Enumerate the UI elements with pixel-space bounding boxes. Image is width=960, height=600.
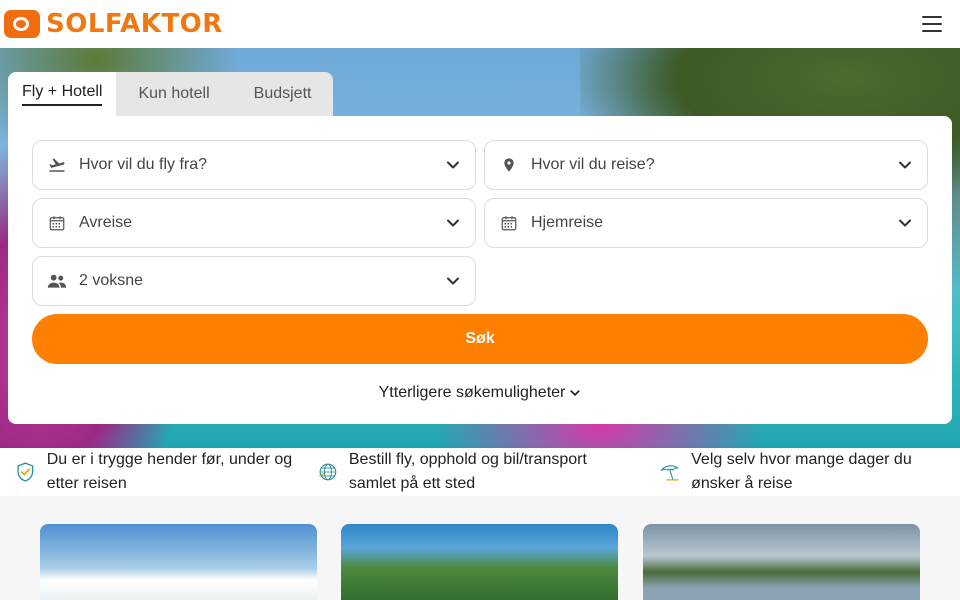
- tab-fly-hotell[interactable]: Fly + Hotell: [8, 72, 117, 116]
- chevron-down-icon: [899, 161, 911, 169]
- chevron-down-icon: [570, 390, 580, 396]
- globe-icon: [319, 463, 337, 481]
- chevron-down-icon: [447, 277, 459, 285]
- destination-select[interactable]: Hvor vil du reise?: [484, 140, 928, 190]
- destination-card-image[interactable]: [40, 524, 317, 600]
- chevron-down-icon: [447, 219, 459, 227]
- travellers-select[interactable]: 2 voksne: [32, 256, 476, 306]
- return-date-field[interactable]: Hjemreise: [484, 198, 928, 248]
- departure-date-label: Avreise: [79, 214, 133, 231]
- departure-date-field[interactable]: Avreise: [32, 198, 476, 248]
- tab-budsjett[interactable]: Budsjett: [231, 72, 334, 116]
- destination-cards: [0, 496, 960, 600]
- departure-airport-select[interactable]: Hvor vil du fly fra?: [32, 140, 476, 190]
- calendar-icon: [499, 213, 519, 233]
- usp-item: Velg selv hvor mange dager du ønsker å r…: [659, 448, 949, 496]
- logo-text: SOLFAKTOR: [46, 9, 223, 39]
- usp-item: Du er i trygge hender før, under og ette…: [14, 448, 314, 496]
- search-tabs: Fly + Hotell Kun hotell Budsjett: [8, 72, 334, 116]
- tab-label: Fly + Hotell: [22, 83, 103, 106]
- chevron-down-icon: [447, 161, 459, 169]
- search-panel: Hvor vil du fly fra? Hvor vil du reise? …: [8, 116, 952, 424]
- usp-bar: Du er i trygge hender før, under og ette…: [0, 448, 960, 496]
- top-bar: SOLFAKTOR: [0, 0, 960, 48]
- search-button[interactable]: Søk: [32, 314, 928, 364]
- more-search-options-link[interactable]: Ytterligere søkemuligheter: [8, 384, 952, 402]
- beach-umbrella-icon: [660, 465, 679, 481]
- more-search-options-label: Ytterligere søkemuligheter: [378, 384, 566, 401]
- destination-label: Hvor vil du reise?: [531, 156, 655, 173]
- destination-card-image[interactable]: [341, 524, 618, 600]
- usp-text: Du er i trygge hender før, under og ette…: [46, 451, 293, 492]
- usp-text: Bestill fly, opphold og bil/transport sa…: [348, 451, 587, 492]
- hamburger-menu-icon[interactable]: [922, 16, 942, 32]
- shield-check-icon: [17, 462, 34, 482]
- destination-card-image[interactable]: [643, 524, 920, 600]
- tab-kun-hotell[interactable]: Kun hotell: [116, 72, 232, 116]
- tab-label: Budsjett: [253, 85, 312, 102]
- logo[interactable]: SOLFAKTOR: [4, 9, 223, 39]
- travellers-value: 2 voksne: [79, 272, 144, 289]
- usp-text: Velg selv hvor mange dager du ønsker å r…: [691, 451, 912, 492]
- tab-label: Kun hotell: [138, 85, 210, 102]
- plane-takeoff-icon: [47, 155, 67, 175]
- return-date-label: Hjemreise: [531, 214, 604, 231]
- departure-airport-label: Hvor vil du fly fra?: [79, 156, 208, 173]
- usp-item: Bestill fly, opphold og bil/transport sa…: [317, 448, 637, 496]
- map-pin-icon: [499, 155, 519, 175]
- calendar-icon: [47, 213, 67, 233]
- logo-icon: [4, 10, 40, 38]
- chevron-down-icon: [899, 219, 911, 227]
- people-icon: [47, 271, 67, 291]
